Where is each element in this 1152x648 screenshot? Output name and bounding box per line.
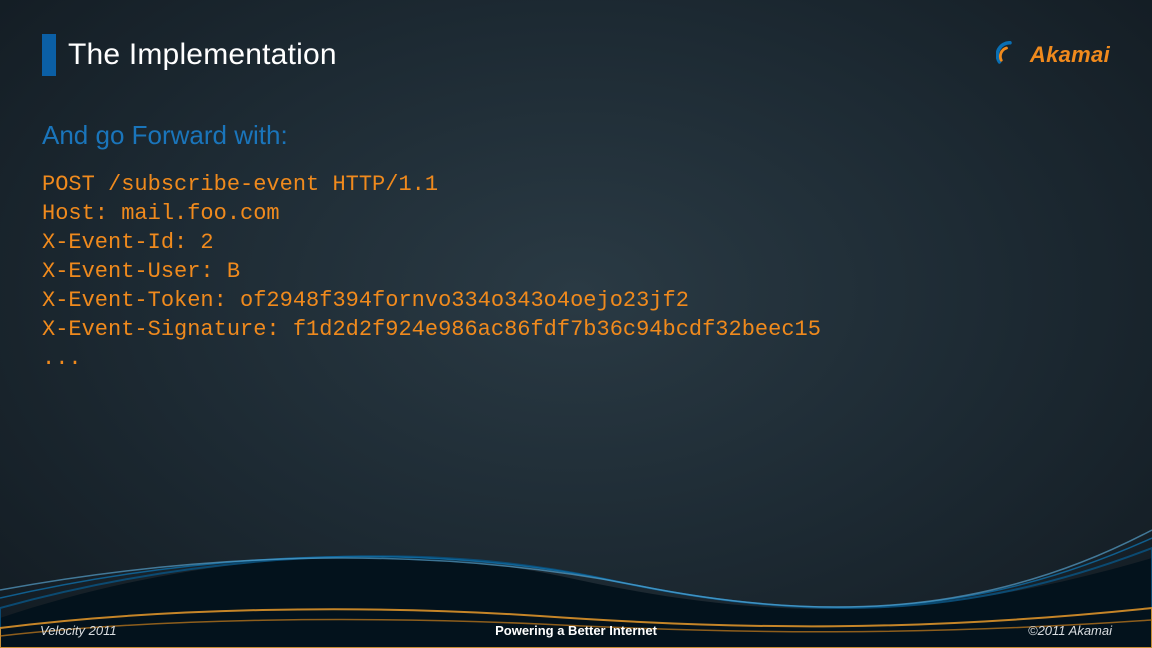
footer-copyright: ©2011 Akamai [1028, 623, 1112, 638]
akamai-logo-text: Akamai [1030, 42, 1110, 68]
akamai-swoosh-icon [996, 41, 1024, 69]
slide-title: The Implementation [68, 38, 337, 72]
footer: Velocity 2011 Powering a Better Internet… [0, 623, 1152, 638]
title-left: The Implementation [42, 34, 337, 76]
akamai-logo: Akamai [996, 41, 1110, 69]
title-row: The Implementation Akamai [42, 34, 1110, 76]
subheading: And go Forward with: [42, 120, 288, 151]
footer-event: Velocity 2011 [40, 623, 117, 638]
title-accent-bar [42, 34, 56, 76]
footer-tagline: Powering a Better Internet [495, 623, 657, 638]
http-request-code: POST /subscribe-event HTTP/1.1 Host: mai… [42, 170, 1110, 373]
